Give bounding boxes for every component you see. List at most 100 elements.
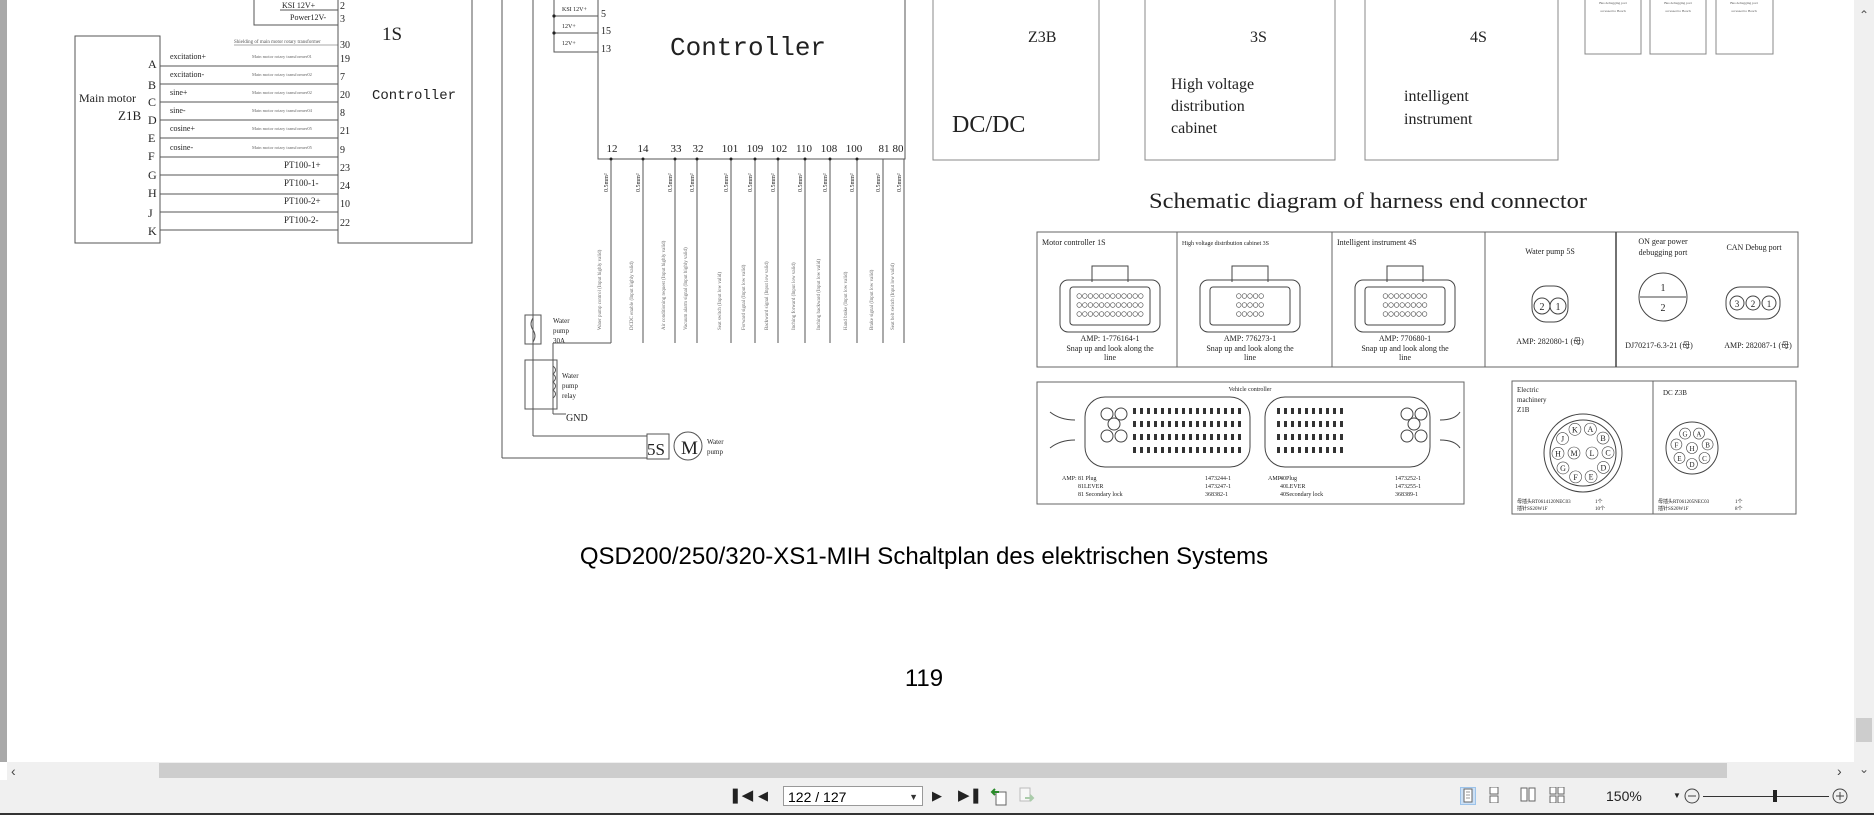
pin-label: G: [1683, 431, 1688, 439]
gnd-label: GND: [566, 413, 588, 424]
part-name: 40LEVER: [1280, 484, 1305, 490]
vertical-scroll-thumb[interactable]: [1856, 718, 1872, 742]
pin-label: C: [1605, 449, 1610, 458]
pin-hole: [1104, 302, 1110, 308]
connector-title: debugging port: [1639, 248, 1688, 257]
connector-pins-area: [1069, 286, 1151, 326]
pin-hole: [1098, 311, 1105, 317]
pin: [1231, 434, 1234, 440]
pin: [1298, 408, 1301, 414]
schematic-diagram: KSI 12V+ Power12V- 2 3 Main motor Z1B Sh…: [74, 0, 1799, 692]
pin: [1224, 434, 1227, 440]
previous-page-button[interactable]: ◀: [758, 786, 768, 806]
part-qty: 10个: [1595, 506, 1605, 512]
wire-label: Inching forward (Input low valid): [792, 262, 797, 330]
pin-hole: [1388, 293, 1394, 299]
pin: [1203, 447, 1206, 453]
pin-letter: C: [148, 95, 156, 109]
wire-gauge: 0.5mm²: [724, 173, 730, 192]
pin-hole: [1087, 302, 1093, 308]
controller-1s-name: Controller: [372, 88, 456, 104]
wire-gauge: 0.5mm²: [604, 173, 610, 192]
pin: [1161, 434, 1164, 440]
single-page-view-button[interactable]: [1460, 787, 1476, 805]
pin-hole: [1388, 302, 1394, 308]
pin: [1284, 434, 1287, 440]
wire-label: Backward signal (Input low valid): [765, 261, 770, 330]
horizontal-scrollbar[interactable]: ‹ ›: [7, 762, 1854, 780]
module-line: DC/DC: [952, 112, 1025, 138]
connector-note: Snap up and look along the: [1361, 344, 1449, 353]
zoom-level[interactable]: 150%: [1606, 786, 1642, 806]
continuous-facing-view-button[interactable]: [1549, 786, 1565, 805]
pin-hole: [1115, 302, 1121, 308]
pin-hole: [1236, 311, 1242, 317]
pin-hole: [1405, 311, 1411, 317]
page-number-value: 122 / 127: [788, 789, 847, 805]
pin: [1238, 421, 1241, 427]
wire-gauge: 0.5mm²: [850, 173, 856, 192]
main-motor-label: Main motor: [79, 91, 136, 105]
continuous-view-button[interactable]: [1487, 786, 1503, 805]
first-page-button[interactable]: ❚◀: [729, 786, 753, 806]
part-name: 81 Secondary lock: [1078, 492, 1123, 498]
scroll-down-arrow-icon[interactable]: ⌄: [1854, 762, 1874, 776]
pin: [1154, 421, 1157, 427]
pin-hole: [1410, 302, 1416, 308]
pin: [1147, 447, 1150, 453]
pin: [1312, 434, 1315, 440]
supply-label: 12V+: [562, 41, 576, 47]
pin-hole: [1110, 311, 1116, 317]
pin-hole: [1132, 302, 1138, 308]
pin: [1277, 447, 1280, 453]
scroll-left-arrow-icon[interactable]: ‹: [11, 762, 16, 780]
pin-hole: [1405, 302, 1411, 308]
vertical-scrollbar[interactable]: ⌃ ⌄: [1854, 0, 1874, 780]
pin-number: 8: [340, 108, 345, 119]
wire-gauge: 0.5mm²: [897, 173, 903, 192]
pin: [1133, 421, 1136, 427]
last-page-button[interactable]: ▶❚: [958, 786, 982, 806]
pdf-toolbar: ❚◀ ◀ 122 / 127 ▼ ▶ ▶❚ 150% ▼: [0, 780, 1874, 815]
pin-letter: F: [148, 149, 155, 163]
zoom-slider-thumb[interactable]: [1772, 790, 1777, 802]
connector-title: Water pump 5S: [1525, 247, 1575, 256]
zoom-in-button[interactable]: [1831, 786, 1849, 806]
pin-hole: [1236, 293, 1242, 299]
ecu-connector-body: [1264, 396, 1431, 468]
zoom-slider[interactable]: [1703, 786, 1829, 806]
pin-hole: [1138, 311, 1144, 317]
previous-view-button[interactable]: [990, 786, 1010, 806]
scroll-right-arrow-icon[interactable]: ›: [1837, 762, 1842, 780]
next-page-button[interactable]: ▶: [932, 786, 942, 806]
horizontal-scroll-thumb[interactable]: [159, 763, 1727, 778]
zoom-dropdown-icon[interactable]: ▼: [1673, 786, 1681, 806]
connector-pins-area: [1364, 286, 1446, 326]
junction-dot: [695, 157, 699, 161]
next-view-button[interactable]: [1016, 786, 1036, 806]
connector-amp: AMP: 282087-1 (母): [1724, 341, 1792, 350]
pin: [1319, 434, 1322, 440]
wire-gauge: 0.5mm²: [771, 173, 777, 192]
em-title: Z1B: [1517, 406, 1530, 414]
pin-number: 9: [340, 145, 345, 156]
z1b-label: Z1B: [118, 108, 141, 123]
facing-view-button[interactable]: [1520, 787, 1536, 805]
signal-label: cosine-: [170, 143, 193, 152]
pin-hole: [1082, 311, 1088, 317]
pin-letter: K: [148, 224, 157, 238]
pin: [1277, 434, 1280, 440]
pin: [1291, 408, 1294, 414]
scroll-up-arrow-icon[interactable]: ⌃: [1854, 8, 1874, 22]
pin: [1189, 421, 1192, 427]
page-number-input[interactable]: 122 / 127 ▼: [783, 786, 923, 806]
connector-amp: AMP: 282080-1 (母): [1516, 337, 1584, 346]
pin-label: H: [1689, 445, 1694, 453]
zoom-out-button[interactable]: [1683, 786, 1701, 806]
pin-hole: [1258, 302, 1264, 308]
pin: [1312, 408, 1315, 414]
power-pin: [1400, 429, 1414, 443]
page-dropdown-icon[interactable]: ▼: [909, 787, 918, 807]
water-pump-id: 5S: [647, 440, 665, 459]
connector-body: [1199, 279, 1301, 333]
